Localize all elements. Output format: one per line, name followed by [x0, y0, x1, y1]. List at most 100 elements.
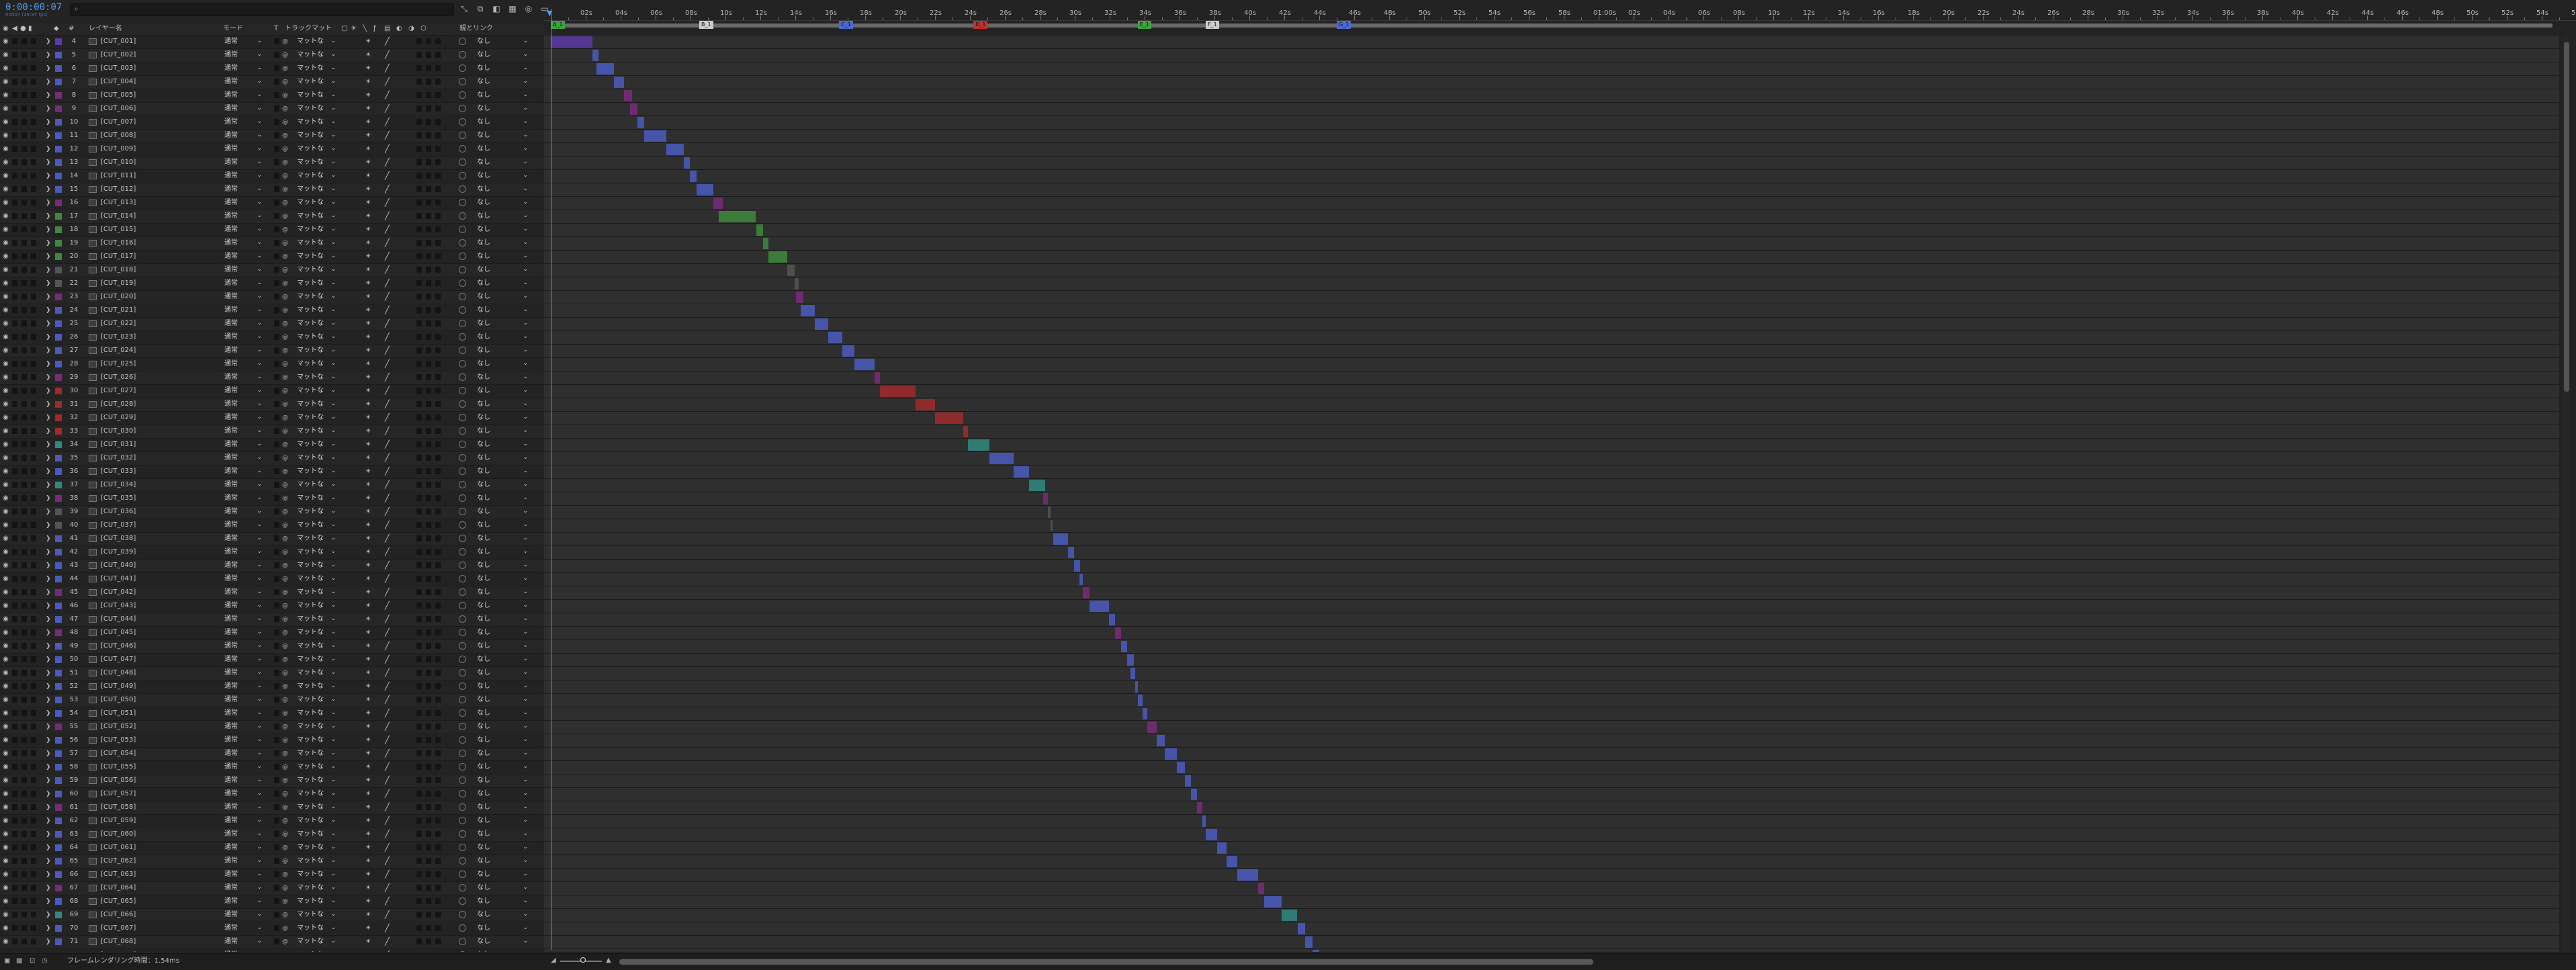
- parent-dropdown[interactable]: なし⌄: [474, 212, 529, 221]
- lock-toggle[interactable]: [31, 173, 36, 179]
- layer-name[interactable]: [CUT_069]: [101, 951, 136, 952]
- label-color-swatch[interactable]: [55, 307, 62, 314]
- twirl-arrow-icon[interactable]: ❯: [46, 454, 51, 462]
- label-color-swatch[interactable]: [55, 441, 62, 448]
- label-color-swatch[interactable]: [55, 253, 62, 260]
- audio-toggle[interactable]: [12, 307, 17, 313]
- lock-toggle[interactable]: [31, 656, 36, 662]
- parent-dropdown[interactable]: なし⌄: [474, 373, 529, 382]
- collapse-switch-icon[interactable]: ☀: [365, 293, 371, 301]
- layer-name[interactable]: [CUT_019]: [101, 279, 136, 288]
- pick-whip-icon[interactable]: [459, 118, 466, 126]
- parent-dropdown[interactable]: なし⌄: [474, 413, 529, 423]
- parent-dropdown[interactable]: なし⌄: [474, 333, 529, 342]
- layer-duration-bar[interactable]: [1127, 654, 1135, 666]
- track-matte-dropdown[interactable]: マットな⌄: [296, 668, 337, 678]
- eye-icon[interactable]: ◉: [3, 119, 9, 126]
- layer-name[interactable]: [CUT_020]: [101, 293, 136, 301]
- layer-duration-bar[interactable]: [1114, 627, 1121, 639]
- quality-switch-icon[interactable]: ╱: [385, 736, 390, 744]
- lock-toggle[interactable]: [31, 79, 36, 85]
- blend-mode-dropdown[interactable]: 通常⌄: [223, 642, 263, 651]
- 3d-layer-switch[interactable]: [435, 52, 441, 58]
- layer-duration-bar[interactable]: [713, 197, 723, 209]
- audio-toggle[interactable]: [12, 294, 17, 300]
- matte-link-icon[interactable]: @: [282, 360, 288, 368]
- pick-whip-icon[interactable]: [459, 226, 466, 233]
- blend-mode-dropdown[interactable]: 通常⌄: [223, 883, 263, 893]
- solo-toggle[interactable]: [21, 495, 27, 501]
- collapse-switch-icon[interactable]: ☀: [365, 951, 371, 952]
- label-color-swatch[interactable]: [55, 374, 62, 381]
- matte-link-icon[interactable]: @: [282, 159, 288, 167]
- solo-toggle[interactable]: [21, 226, 27, 232]
- label-color-swatch[interactable]: [55, 226, 62, 233]
- motion-blur-switch[interactable]: [416, 737, 422, 743]
- layer-name[interactable]: [CUT_053]: [101, 736, 136, 744]
- track-matte-dropdown[interactable]: マットな⌄: [296, 252, 337, 261]
- parent-dropdown[interactable]: なし⌄: [474, 144, 529, 154]
- lock-toggle[interactable]: [31, 65, 36, 71]
- layer-duration-bar[interactable]: [666, 144, 684, 155]
- label-color-swatch[interactable]: [55, 92, 62, 99]
- matte-link-icon[interactable]: @: [282, 924, 288, 932]
- pick-whip-icon[interactable]: [459, 535, 466, 542]
- layer-row[interactable]: ◉ ❯ 54 [CUT_051] 通常 ⌄ @ マットな ⌄ ☀ ╱ なし ⌄: [0, 707, 544, 721]
- parent-dropdown[interactable]: なし⌄: [474, 951, 529, 952]
- collapse-switch-icon[interactable]: ☀: [365, 387, 371, 395]
- pick-whip-icon[interactable]: [459, 427, 466, 435]
- motion-blur-switch[interactable]: [416, 92, 422, 98]
- layer-name[interactable]: [CUT_012]: [101, 185, 136, 193]
- layer-name[interactable]: [CUT_055]: [101, 763, 136, 771]
- eye-icon[interactable]: ◉: [3, 294, 9, 300]
- layer-row[interactable]: ◉ ❯ 67 [CUT_064] 通常 ⌄ @ マットな ⌄ ☀ ╱ なし ⌄: [0, 882, 544, 895]
- solo-toggle[interactable]: [21, 307, 27, 313]
- eye-icon[interactable]: ◉: [3, 562, 9, 569]
- track-matte-dropdown[interactable]: マットな⌄: [296, 144, 337, 154]
- parent-dropdown[interactable]: なし⌄: [474, 440, 529, 449]
- twirl-arrow-icon[interactable]: ❯: [46, 924, 51, 932]
- layer-row[interactable]: ◉ ❯ 18 [CUT_015] 通常 ⌄ @ マットな ⌄ ☀ ╱ なし ⌄: [0, 224, 544, 237]
- twirl-arrow-icon[interactable]: ❯: [46, 91, 51, 99]
- adjustment-switch[interactable]: [426, 777, 431, 783]
- track-matte-dropdown[interactable]: マットな⌄: [296, 373, 337, 382]
- eye-icon[interactable]: ◉: [3, 603, 9, 609]
- solo-toggle[interactable]: [21, 683, 27, 689]
- track-matte-dropdown[interactable]: マットな⌄: [296, 924, 337, 933]
- motion-blur-switch[interactable]: [416, 818, 422, 824]
- motion-blur-switch[interactable]: [416, 589, 422, 595]
- motion-blur-switch[interactable]: [416, 522, 422, 528]
- eye-icon[interactable]: ◉: [3, 92, 9, 99]
- solo-toggle[interactable]: [21, 320, 27, 326]
- 3d-layer-switch[interactable]: [435, 146, 441, 152]
- lock-toggle[interactable]: [31, 226, 36, 232]
- collapse-switch-icon[interactable]: ☀: [365, 226, 371, 234]
- parent-dropdown[interactable]: なし⌄: [474, 628, 529, 637]
- parent-dropdown[interactable]: なし⌄: [474, 480, 529, 490]
- layer-duration-bar[interactable]: [1157, 735, 1165, 746]
- pick-whip-icon[interactable]: [459, 790, 466, 797]
- 3d-layer-switch[interactable]: [435, 818, 441, 824]
- audio-toggle[interactable]: [12, 616, 17, 622]
- track-matte-dropdown[interactable]: マットな⌄: [296, 574, 337, 584]
- quality-switch-icon[interactable]: ╱: [385, 105, 390, 113]
- pick-whip-icon[interactable]: [459, 373, 466, 381]
- track-matte-dropdown[interactable]: マットな⌄: [296, 736, 337, 745]
- twirl-arrow-icon[interactable]: ❯: [46, 857, 51, 865]
- eye-icon[interactable]: ◉: [3, 200, 9, 206]
- layer-duration-bar[interactable]: [1227, 856, 1237, 867]
- matte-link-icon[interactable]: @: [282, 212, 288, 220]
- audio-toggle[interactable]: [12, 159, 17, 165]
- parent-dropdown[interactable]: なし⌄: [474, 494, 529, 503]
- blend-mode-dropdown[interactable]: 通常⌄: [223, 762, 263, 772]
- parent-dropdown[interactable]: なし⌄: [474, 77, 529, 87]
- motion-blur-switch[interactable]: [416, 495, 422, 501]
- preserve-transparency-toggle[interactable]: [274, 146, 279, 152]
- eye-icon[interactable]: ◉: [3, 818, 9, 824]
- collapse-switch-icon[interactable]: ☀: [365, 897, 371, 906]
- motion-blur-switch[interactable]: [416, 643, 422, 649]
- audio-toggle[interactable]: [12, 656, 17, 662]
- quality-switch-icon[interactable]: ╱: [385, 212, 390, 220]
- eye-icon[interactable]: ◉: [3, 925, 9, 932]
- solo-toggle[interactable]: [21, 710, 27, 716]
